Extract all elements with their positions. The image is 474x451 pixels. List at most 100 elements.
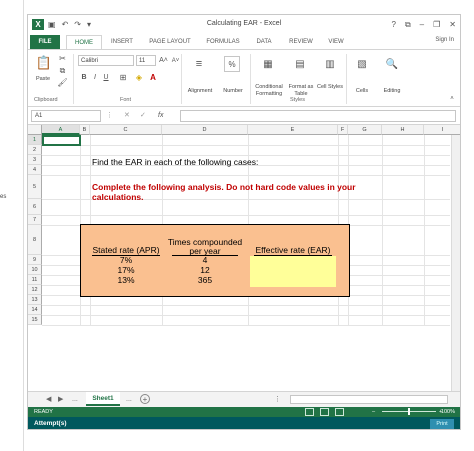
next-sheet-icon[interactable]: ▶ <box>58 394 63 405</box>
enter-icon[interactable]: ✓ <box>140 110 146 122</box>
ribbon-display-icon[interactable]: ⧉ <box>405 19 411 30</box>
row-header-15[interactable]: 15 <box>28 315 42 325</box>
tab-view[interactable]: VIEW <box>322 35 350 49</box>
normal-view-icon[interactable] <box>305 408 314 416</box>
column-header-c[interactable]: C <box>90 125 162 135</box>
row-header-9[interactable]: 9 <box>28 255 42 265</box>
row-header-2[interactable]: 2 <box>28 145 42 155</box>
format-painter-icon[interactable]: 🖌 <box>57 78 67 87</box>
row-header-8[interactable]: 8 <box>28 225 42 255</box>
row-header-3[interactable]: 3 <box>28 155 42 165</box>
restore-icon[interactable]: ❐ <box>433 19 440 30</box>
conditional-formatting-icon[interactable]: ▦ <box>260 56 276 72</box>
row-header-11[interactable]: 11 <box>28 275 42 285</box>
tab-formulas[interactable]: FORMULAS <box>201 35 245 49</box>
tab-data[interactable]: DATA <box>250 35 278 49</box>
row-header-12[interactable]: 12 <box>28 285 42 295</box>
editing-button[interactable]: Editing <box>376 88 408 95</box>
row-header-13[interactable]: 13 <box>28 295 42 305</box>
italic-button[interactable]: I <box>91 72 99 82</box>
page-layout-view-icon[interactable] <box>320 408 329 416</box>
previous-sheet-icon[interactable]: ◀ <box>46 394 51 405</box>
column-header-e[interactable]: E <box>248 125 338 135</box>
zoom-slider[interactable] <box>382 408 436 415</box>
column-header-f[interactable]: F <box>338 125 348 135</box>
zoom-out-icon[interactable]: – <box>372 408 375 416</box>
editing-icon[interactable]: 🔍 <box>384 56 400 72</box>
cancel-icon[interactable]: ✕ <box>124 110 130 122</box>
cut-icon[interactable]: ✂ <box>58 54 67 63</box>
scrollbar-options-icon[interactable]: ⋮ <box>274 394 281 405</box>
vertical-scrollbar[interactable] <box>451 135 460 391</box>
cell-styles-button[interactable]: Cell Styles <box>316 84 344 91</box>
header-stated-rate: Stated rate (APR) <box>92 245 160 255</box>
number-format-icon[interactable]: % <box>224 56 240 72</box>
select-all-corner[interactable] <box>28 125 42 135</box>
close-icon[interactable]: ✕ <box>449 19 456 30</box>
sheet-scroll-left[interactable]: ... <box>72 394 78 405</box>
tab-home[interactable]: HOME <box>66 35 102 49</box>
decrease-font-icon[interactable]: A˅ <box>171 55 180 66</box>
formula-input[interactable] <box>180 110 456 122</box>
tab-file[interactable]: FILE <box>30 35 60 49</box>
styles-group-label: Styles <box>290 97 305 103</box>
row-header-14[interactable]: 14 <box>28 305 42 315</box>
font-name-select[interactable]: Calibri <box>78 55 134 66</box>
cells-icon[interactable]: ▧ <box>354 56 370 72</box>
ribbon-separator <box>250 54 251 104</box>
format-as-table-icon[interactable]: ▤ <box>292 56 308 72</box>
row-header-5[interactable]: 5 <box>28 175 42 199</box>
format-as-table-button[interactable]: Format as Table <box>286 84 316 98</box>
alignment-button[interactable]: Alignment <box>184 88 216 95</box>
row-header-7[interactable]: 7 <box>28 215 42 225</box>
help-icon[interactable]: ? <box>392 19 396 30</box>
effective-rate-input-area[interactable] <box>250 256 336 287</box>
tab-insert[interactable]: INSERT <box>105 35 139 49</box>
copy-icon[interactable]: ⧉ <box>58 66 67 75</box>
cell-styles-icon[interactable]: ▥ <box>322 56 338 72</box>
row-header-10[interactable]: 10 <box>28 265 42 275</box>
bold-button[interactable]: B <box>80 72 88 82</box>
paste-icon[interactable]: 📋 <box>36 54 52 72</box>
fill-color-icon[interactable]: ◈ <box>134 72 144 82</box>
name-box[interactable]: A1 <box>31 110 101 122</box>
font-size-select[interactable]: 11 <box>136 55 156 66</box>
sheet-tab-sheet1[interactable]: Sheet1 <box>86 392 120 406</box>
conditional-formatting-button[interactable]: Conditional Formatting <box>252 84 286 98</box>
horizontal-scrollbar[interactable] <box>290 395 448 404</box>
tab-page-layout[interactable]: PAGE LAYOUT <box>142 35 198 49</box>
paste-label[interactable]: Paste <box>32 76 54 83</box>
zoom-slider-handle[interactable] <box>408 408 410 415</box>
row-header-1[interactable]: 1 <box>28 135 42 145</box>
page-break-view-icon[interactable] <box>335 408 344 416</box>
insert-function-icon[interactable]: fx <box>158 110 163 122</box>
sign-in-link[interactable]: Sign In <box>435 37 454 43</box>
column-header-i[interactable]: I <box>424 125 460 135</box>
cells-button[interactable]: Cells <box>348 88 376 95</box>
collapse-ribbon-icon[interactable]: ˄ <box>448 95 456 103</box>
gridline <box>42 145 450 146</box>
column-header-g[interactable]: G <box>348 125 382 135</box>
column-header-h[interactable]: H <box>382 125 424 135</box>
new-sheet-button[interactable]: + <box>140 394 150 404</box>
attempts-label[interactable]: Attempt(s) <box>34 419 67 429</box>
print-button[interactable]: Print <box>430 419 454 429</box>
minimize-icon[interactable]: – <box>420 19 424 30</box>
font-color-icon[interactable]: A <box>148 72 158 82</box>
number-button[interactable]: Number <box>218 88 248 95</box>
column-header-b[interactable]: B <box>80 125 90 135</box>
active-cell-a1[interactable] <box>42 135 81 146</box>
row-header-4[interactable]: 4 <box>28 165 42 175</box>
tab-review[interactable]: REVIEW <box>283 35 319 49</box>
column-header-a[interactable]: A <box>42 125 80 135</box>
gridline <box>424 135 425 325</box>
row-header-6[interactable]: 6 <box>28 199 42 215</box>
increase-font-icon[interactable]: A˄ <box>159 55 168 66</box>
borders-icon[interactable]: ⊞ <box>118 72 128 82</box>
sheet-scroll-right[interactable]: ... <box>126 394 132 405</box>
column-header-d[interactable]: D <box>162 125 248 135</box>
alignment-icon[interactable]: ≡ <box>191 56 207 72</box>
underline-button[interactable]: U <box>102 72 110 82</box>
worksheet-grid[interactable]: A B C D E F G H I 1 2 3 4 5 6 7 8 9 10 1… <box>28 125 460 391</box>
zoom-level[interactable]: 100% <box>441 408 455 416</box>
